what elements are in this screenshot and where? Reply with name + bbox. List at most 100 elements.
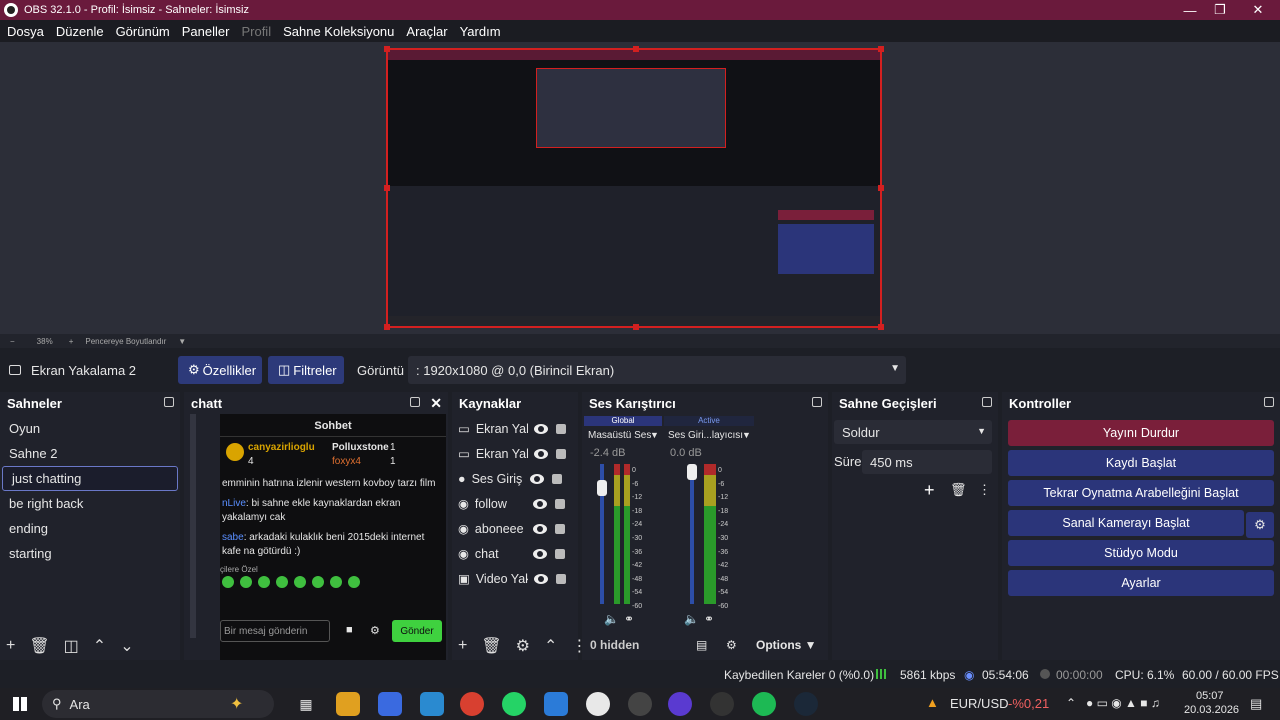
popout-icon[interactable]: [812, 397, 822, 407]
virtual-camera-settings-button[interactable]: ⚙: [1246, 512, 1274, 538]
gear-icon[interactable]: ⚙: [370, 624, 380, 637]
source-item[interactable]: ◉ chat: [452, 541, 578, 566]
emote-icon[interactable]: [258, 576, 270, 588]
add-icon[interactable]: +: [6, 637, 15, 655]
more-icon[interactable]: ⋮: [978, 482, 991, 498]
start-virtual-camera-button[interactable]: Sanal Kamerayı Başlat: [1008, 510, 1244, 536]
lock-icon[interactable]: [555, 423, 566, 434]
emote-icon[interactable]: [294, 576, 306, 588]
filters-button[interactable]: ◫ Filtreler: [268, 356, 344, 384]
trash-icon[interactable]: 🗑: [481, 636, 501, 656]
app-icon[interactable]: [420, 692, 444, 716]
eye-icon[interactable]: [533, 573, 548, 584]
source-item[interactable]: ▭ Ekran Yak: [452, 441, 578, 466]
speaker-icon[interactable]: 🔈: [604, 612, 619, 626]
volume-slider-handle[interactable]: [687, 464, 697, 480]
source-item[interactable]: ● Ses Giriş Y: [452, 466, 578, 491]
currency-pair[interactable]: EUR/USD: [950, 696, 1009, 711]
studio-mode-button[interactable]: Stüdyo Modu: [1008, 540, 1274, 566]
menu-tools[interactable]: Araçlar: [406, 24, 447, 39]
chrome-icon[interactable]: [460, 692, 484, 716]
gear-icon[interactable]: ⚙: [516, 636, 530, 656]
source-item[interactable]: ▣ Video Yak: [452, 566, 578, 591]
global-tab[interactable]: Global: [584, 416, 662, 426]
steam-icon[interactable]: [794, 692, 818, 716]
emote-icon[interactable]: [240, 576, 252, 588]
duration-input[interactable]: 450 ms: [862, 450, 992, 474]
add-icon[interactable]: +: [924, 480, 935, 501]
menu-scene-collection[interactable]: Sahne Koleksiyonu: [283, 24, 394, 39]
properties-button[interactable]: ⚙ Özellikler: [178, 356, 262, 384]
popout-icon[interactable]: [410, 397, 420, 407]
display-select[interactable]: : 1920x1080 @ 0,0 (Birincil Ekran) ▼: [408, 356, 906, 384]
close-icon[interactable]: ✕: [430, 395, 442, 412]
clock-time[interactable]: 05:07: [1196, 690, 1224, 702]
chevron-down-icon[interactable]: ▼: [742, 430, 751, 440]
app-icon[interactable]: [586, 692, 610, 716]
start-recording-button[interactable]: Kaydı Başlat: [1008, 450, 1274, 476]
close-button[interactable]: ✕: [1240, 0, 1276, 20]
lock-icon[interactable]: [554, 498, 565, 509]
zoom-dropdown-icon[interactable]: ▼: [178, 337, 186, 346]
eye-icon[interactable]: [532, 523, 547, 534]
move-up-icon[interactable]: ⌃: [93, 636, 106, 656]
lock-icon[interactable]: [555, 573, 566, 584]
mixer-layout-icon[interactable]: ▤: [696, 638, 707, 652]
mixer-options-button[interactable]: Options ▼: [756, 638, 817, 652]
lock-icon[interactable]: [554, 523, 565, 534]
popout-icon[interactable]: [1264, 397, 1274, 407]
whatsapp-icon[interactable]: [502, 692, 526, 716]
eye-icon[interactable]: [533, 448, 548, 459]
fit-to-window-label[interactable]: Pencereye Boyutlandır: [85, 337, 166, 346]
windows-start-icon[interactable]: [8, 692, 32, 716]
obs-taskbar-icon[interactable]: [710, 692, 734, 716]
zoom-out-button[interactable]: −: [10, 337, 15, 346]
popout-icon[interactable]: [982, 397, 992, 407]
mail-icon[interactable]: [544, 692, 568, 716]
chat-scroll-track[interactable]: [190, 414, 196, 638]
chevron-down-icon[interactable]: ▼: [650, 430, 659, 440]
transition-select[interactable]: Soldur ▼: [834, 420, 992, 444]
eye-icon[interactable]: [532, 548, 547, 559]
preview-capture[interactable]: [384, 46, 884, 330]
app-icon[interactable]: [668, 692, 692, 716]
lock-icon[interactable]: [554, 548, 565, 559]
store-icon[interactable]: [378, 692, 402, 716]
file-explorer-icon[interactable]: [336, 692, 360, 716]
source-item[interactable]: ◉ follow: [452, 491, 578, 516]
menu-edit[interactable]: Düzenle: [56, 24, 104, 39]
task-view-icon[interactable]: ▦: [294, 692, 318, 716]
lock-icon[interactable]: [555, 448, 566, 459]
emote-icon[interactable]: [276, 576, 288, 588]
tray-chevron-icon[interactable]: ⌃: [1066, 696, 1076, 710]
scene-item[interactable]: Oyun: [0, 416, 180, 441]
headphones-icon[interactable]: ⚭: [704, 612, 714, 626]
headphones-icon[interactable]: ⚭: [624, 612, 634, 626]
menu-help[interactable]: Yardım: [460, 24, 501, 39]
source-item[interactable]: ▭ Ekran Yak: [452, 416, 578, 441]
trash-icon[interactable]: 🗑: [29, 636, 49, 656]
clock-date[interactable]: 20.03.2026: [1184, 704, 1239, 716]
menu-docks[interactable]: Paneller: [182, 24, 230, 39]
trash-icon[interactable]: 🗑: [950, 482, 967, 498]
settings-button[interactable]: Ayarlar: [1008, 570, 1274, 596]
scene-item[interactable]: ending: [0, 516, 180, 541]
taskbar-search[interactable]: ⚲ Ara ✦: [42, 690, 274, 718]
add-icon[interactable]: +: [458, 637, 467, 655]
tray-icons[interactable]: ● ▭ ◉ ▲ ■ ♫: [1086, 696, 1160, 710]
menu-file[interactable]: Dosya: [7, 24, 44, 39]
lock-icon[interactable]: [551, 473, 562, 484]
notification-icon[interactable]: ▤: [1250, 696, 1262, 712]
start-replay-buffer-button[interactable]: Tekrar Oynatma Arabelleğini Başlat: [1008, 480, 1274, 506]
move-down-icon[interactable]: ⌄: [120, 636, 133, 656]
eye-icon[interactable]: [533, 423, 548, 434]
stop-stream-button[interactable]: Yayını Durdur: [1008, 420, 1274, 446]
scene-item[interactable]: be right back: [0, 491, 180, 516]
eye-icon[interactable]: [532, 498, 547, 509]
advanced-audio-icon[interactable]: ⚙: [726, 638, 737, 652]
emote-icon[interactable]: [312, 576, 324, 588]
source-item[interactable]: ◉ aboneee: [452, 516, 578, 541]
emote-icon[interactable]: [348, 576, 360, 588]
eye-icon[interactable]: [529, 473, 544, 484]
zoom-in-button[interactable]: +: [69, 337, 74, 346]
